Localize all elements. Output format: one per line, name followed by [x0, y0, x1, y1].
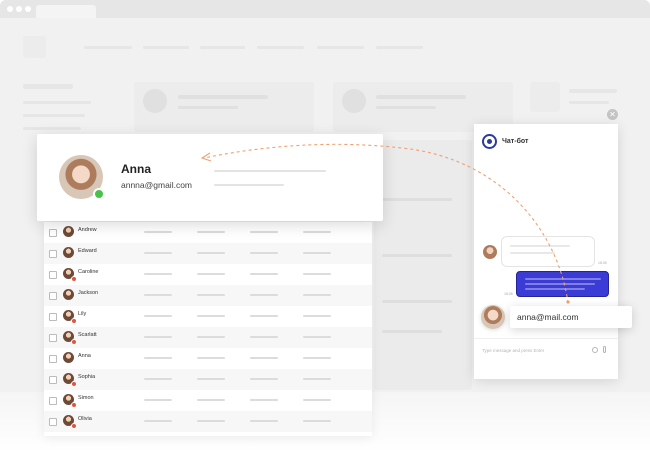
data-flow-arrow — [200, 143, 570, 304]
